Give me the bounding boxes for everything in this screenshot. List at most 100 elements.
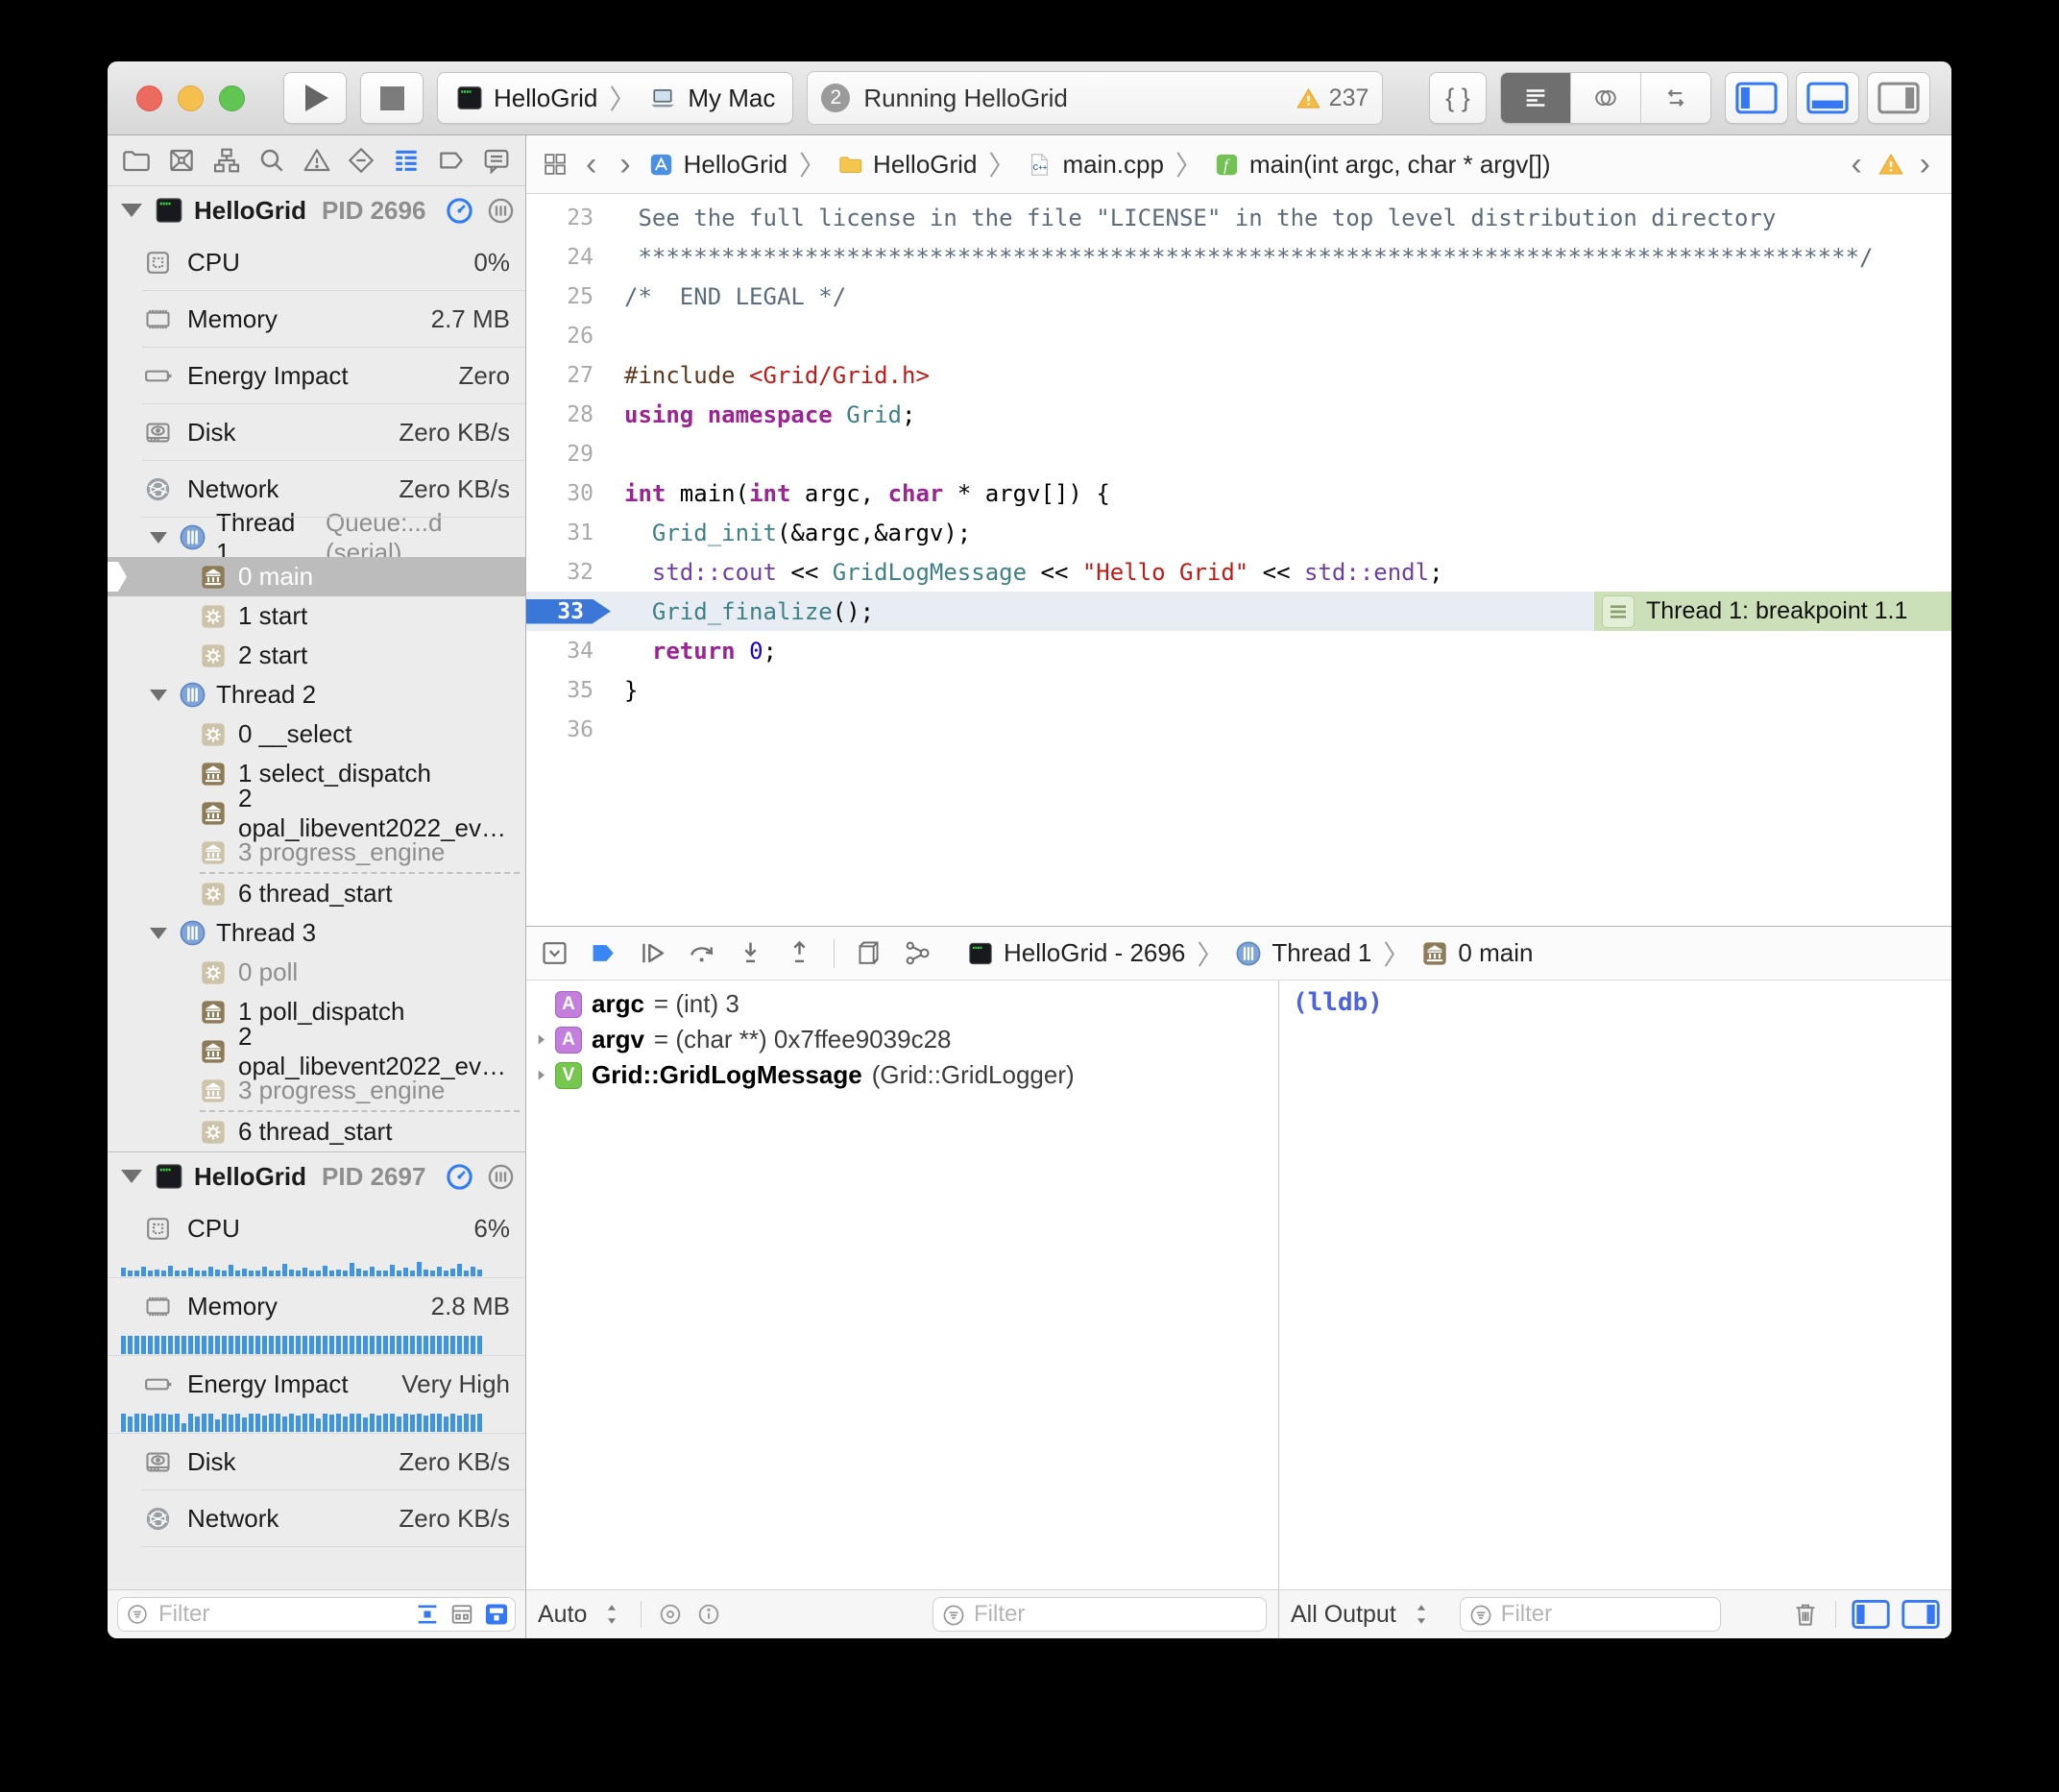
breakpoint-annotation[interactable]: Thread 1: breakpoint 1.1 bbox=[1594, 592, 1951, 631]
navigator-tab-project[interactable] bbox=[121, 145, 152, 176]
navigator-tab-search[interactable] bbox=[256, 145, 287, 176]
code-line-29[interactable]: 29 bbox=[526, 434, 1951, 473]
view-hierarchy-button[interactable] bbox=[854, 938, 884, 968]
pause-columns-icon[interactable] bbox=[486, 196, 516, 226]
disclosure-triangle-icon[interactable] bbox=[150, 532, 167, 544]
code-line-36[interactable]: 36 bbox=[526, 710, 1951, 749]
stat-row-memory[interactable]: Memory2.8 MB bbox=[108, 1278, 525, 1335]
console-scope-select[interactable]: All Output bbox=[1291, 1601, 1396, 1629]
stat-row-cpu[interactable]: CPU0% bbox=[108, 234, 525, 291]
stack-frame-row[interactable]: 0 main bbox=[108, 557, 525, 596]
toggle-navigator-button[interactable] bbox=[1725, 72, 1788, 124]
stack-frame-row[interactable]: 1 start bbox=[108, 596, 525, 636]
show-paused-only-toggle-icon[interactable] bbox=[414, 1601, 441, 1628]
navigator-tab-tests[interactable] bbox=[346, 145, 376, 176]
activity-view[interactable]: 2 Running HelloGrid 237 bbox=[807, 71, 1383, 125]
thread-row[interactable]: Thread 1Queue:...d (serial) bbox=[108, 518, 525, 557]
breadcrumb-item[interactable]: main(int argc, char * argv[]) bbox=[1249, 150, 1551, 180]
show-stack-frames-toggle-icon[interactable] bbox=[448, 1601, 475, 1628]
code-line-33[interactable]: 33 Grid_finalize();Thread 1: breakpoint … bbox=[526, 592, 1951, 631]
process-row[interactable]: HelloGridPID 2696 bbox=[108, 186, 525, 234]
variable-row[interactable]: Aargc= (int) 3 bbox=[526, 986, 1278, 1022]
navigator-tab-debug-selected[interactable] bbox=[391, 145, 422, 176]
code-line-30[interactable]: 30int main(int argc, char * argv[]) { bbox=[526, 473, 1951, 513]
navigator-tab-symbols[interactable] bbox=[211, 145, 242, 176]
variables-scope-select[interactable]: Auto bbox=[538, 1601, 587, 1629]
toggle-variables-view-icon[interactable] bbox=[1852, 1599, 1890, 1630]
stat-row-disk[interactable]: DiskZero KB/s bbox=[108, 1434, 525, 1490]
forward-button[interactable]: › bbox=[614, 148, 636, 181]
version-editor-button[interactable] bbox=[1641, 73, 1710, 123]
previous-issue-button[interactable]: ‹ bbox=[1845, 148, 1867, 181]
code-line-27[interactable]: 27#include <Grid/Grid.h> bbox=[526, 355, 1951, 395]
issue-warning-icon[interactable] bbox=[1877, 151, 1904, 178]
navigator-tab-reports[interactable] bbox=[481, 145, 512, 176]
stack-frame-row[interactable]: 2 opal_libevent2022_ev… bbox=[108, 793, 525, 833]
console-output[interactable]: (lldb) bbox=[1279, 981, 1951, 1589]
stepper-icon[interactable] bbox=[598, 1601, 625, 1628]
stack-frame-row[interactable]: 0 __select bbox=[108, 714, 525, 754]
code-line-35[interactable]: 35} bbox=[526, 670, 1951, 710]
variable-row[interactable]: Aargv= (char **) 0x7ffee9039c28 bbox=[526, 1022, 1278, 1057]
warning-count[interactable]: 237 bbox=[1329, 85, 1369, 112]
debug-breadcrumb-item[interactable]: Thread 1 bbox=[1272, 938, 1371, 968]
disclosure-triangle-icon[interactable] bbox=[121, 204, 142, 217]
console-filter-input[interactable] bbox=[1460, 1597, 1721, 1632]
code-line-23[interactable]: 23 See the full license in the file "LIC… bbox=[526, 198, 1951, 237]
navigator-tab-source-control[interactable] bbox=[166, 145, 197, 176]
code-line-32[interactable]: 32 std::cout << GridLogMessage << "Hello… bbox=[526, 552, 1951, 592]
breadcrumb-item[interactable]: HelloGrid bbox=[684, 150, 787, 180]
related-items-icon[interactable] bbox=[542, 151, 569, 178]
stack-frame-row[interactable]: 2 start bbox=[108, 636, 525, 675]
thread-row[interactable]: Thread 2 bbox=[108, 675, 525, 714]
code-line-24[interactable]: 24 *************************************… bbox=[526, 237, 1951, 277]
code-snippets-button[interactable]: { } bbox=[1429, 72, 1487, 124]
step-into-button[interactable] bbox=[736, 938, 765, 968]
stat-row-memory[interactable]: Memory2.7 MB bbox=[108, 291, 525, 348]
next-issue-button[interactable]: › bbox=[1914, 148, 1936, 181]
breadcrumb-item[interactable]: HelloGrid bbox=[873, 150, 977, 180]
stack-frame-row[interactable]: 6 thread_start bbox=[200, 1110, 520, 1151]
debug-breadcrumb-item[interactable]: 0 main bbox=[1458, 938, 1533, 968]
step-out-button[interactable] bbox=[785, 938, 814, 968]
minimize-window-button[interactable] bbox=[178, 85, 204, 111]
scheme-selector[interactable]: HelloGrid 〉 My Mac bbox=[437, 72, 793, 124]
stack-frame-row[interactable]: 6 thread_start bbox=[200, 872, 520, 913]
stack-frame-row[interactable]: 0 poll bbox=[108, 953, 525, 992]
quicklook-eye-icon[interactable] bbox=[657, 1601, 684, 1628]
breakpoints-enabled-toggle[interactable] bbox=[589, 938, 618, 968]
run-button[interactable] bbox=[283, 72, 347, 124]
disclosure-caret-icon[interactable] bbox=[526, 1067, 555, 1083]
stat-row-energy-impact[interactable]: Energy ImpactVery High bbox=[108, 1356, 525, 1413]
zoom-window-button[interactable] bbox=[219, 85, 245, 111]
back-button[interactable]: ‹ bbox=[580, 148, 602, 181]
navigator-tab-breakpoints[interactable] bbox=[436, 145, 467, 176]
debug-breadcrumb-item[interactable]: HelloGrid - 2696 bbox=[1004, 938, 1185, 968]
stop-button[interactable] bbox=[360, 72, 424, 124]
stepper-icon[interactable] bbox=[1408, 1601, 1435, 1628]
variables-filter-input[interactable] bbox=[933, 1597, 1267, 1632]
stack-frame-row[interactable]: 3 progress_engine bbox=[108, 833, 525, 872]
stack-frame-row[interactable]: 2 opal_libevent2022_ev… bbox=[108, 1031, 525, 1071]
stat-row-network[interactable]: NetworkZero KB/s bbox=[108, 461, 525, 518]
view-mode-toggle-icon[interactable] bbox=[483, 1601, 510, 1628]
thread-row[interactable]: Thread 3 bbox=[108, 913, 525, 953]
memory-graph-button[interactable] bbox=[903, 938, 933, 968]
disclosure-triangle-icon[interactable] bbox=[121, 1170, 142, 1183]
source-editor[interactable]: 23 See the full license in the file "LIC… bbox=[526, 194, 1951, 926]
assistant-editor-button[interactable] bbox=[1571, 73, 1641, 123]
stat-row-disk[interactable]: DiskZero KB/s bbox=[108, 404, 525, 461]
stat-row-cpu[interactable]: CPU6% bbox=[108, 1200, 525, 1257]
code-line-25[interactable]: 25/* END LEGAL */ bbox=[526, 277, 1951, 316]
performance-gauge-icon[interactable] bbox=[445, 1162, 474, 1192]
performance-gauge-icon[interactable] bbox=[445, 196, 474, 226]
process-row[interactable]: HelloGridPID 2697 bbox=[108, 1151, 525, 1200]
hide-debug-area-button[interactable] bbox=[540, 938, 569, 968]
variable-row[interactable]: VGrid::GridLogMessage(Grid::GridLogger) bbox=[526, 1057, 1278, 1093]
code-line-31[interactable]: 31 Grid_init(&argc,&argv); bbox=[526, 513, 1951, 552]
toggle-console-view-icon[interactable] bbox=[1902, 1599, 1940, 1630]
pause-columns-icon[interactable] bbox=[486, 1162, 516, 1192]
disclosure-caret-icon[interactable] bbox=[526, 1031, 555, 1048]
toggle-inspector-button[interactable] bbox=[1867, 72, 1930, 124]
disclosure-triangle-icon[interactable] bbox=[150, 928, 167, 939]
